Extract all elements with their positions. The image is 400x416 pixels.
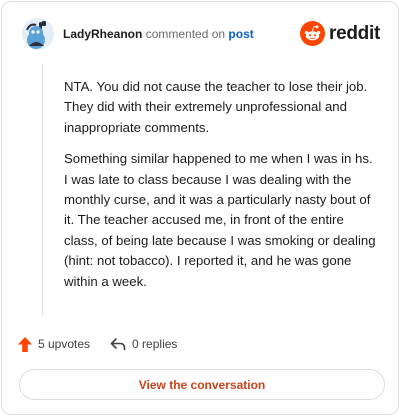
comment-stats: 5 upvotes 0 replies [18,333,197,355]
comment-paragraph: Something similar happened to me when I … [64,151,376,289]
upvote-stat[interactable]: 5 upvotes [18,336,91,352]
view-conversation-button[interactable]: View the conversation [19,369,385,400]
comment-paragraph: NTA. You did not cause the teacher to lo… [64,79,368,135]
reply-arrow-icon [110,338,126,351]
upvotes-label: 5 upvotes [38,337,91,351]
action-text: commented on [145,27,226,41]
replies-stat[interactable]: 0 replies [110,337,177,351]
comment-header: LadyRheanon commented on post reddit [22,17,380,51]
reddit-logo-icon [300,21,326,46]
comment-body: NTA. You did not cause the teacher to lo… [42,65,376,316]
reddit-logo[interactable]: reddit [300,21,380,46]
embedded-comment-card: LadyRheanon commented on post reddit NTA… [1,1,399,415]
post-link[interactable]: post [228,27,253,41]
brand-wordmark: reddit [329,22,380,44]
avatar-icon [22,18,54,50]
upvote-arrow-icon [18,336,32,352]
comment-meta: LadyRheanon commented on post [63,26,254,42]
view-conversation-label: View the conversation [138,377,266,392]
avatar[interactable] [22,18,54,50]
username-link[interactable]: LadyRheanon [63,27,142,41]
replies-label: 0 replies [132,337,178,351]
